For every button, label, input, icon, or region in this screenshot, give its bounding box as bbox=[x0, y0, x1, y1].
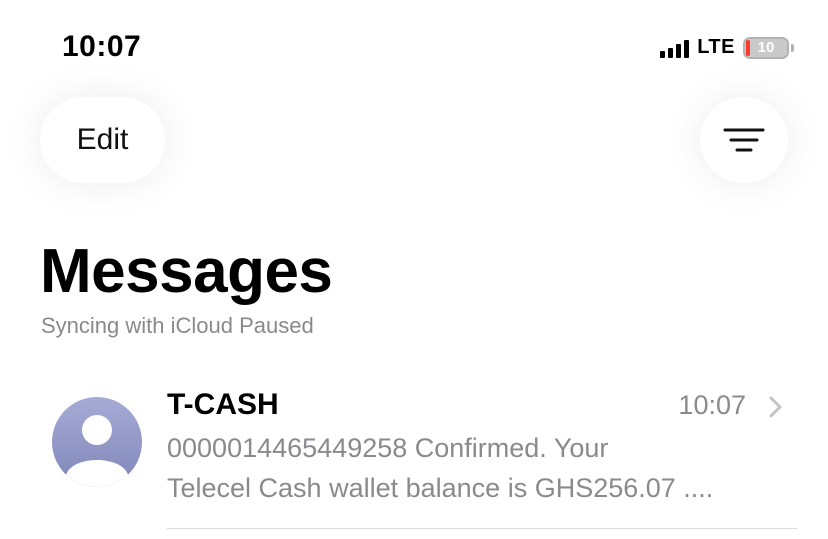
battery-icon: 10 bbox=[743, 36, 789, 59]
signal-strength-icon bbox=[660, 38, 690, 58]
status-time: 10:07 bbox=[62, 30, 142, 63]
conversation-row[interactable]: T-CASH 10:07 0000014465449258 Confirmed.… bbox=[0, 370, 828, 539]
person-icon bbox=[66, 415, 128, 487]
filter-icon bbox=[723, 128, 765, 152]
chevron-right-icon bbox=[769, 396, 782, 418]
battery-cap bbox=[791, 43, 794, 52]
sync-status: Syncing with iCloud Paused bbox=[41, 313, 314, 338]
conversation-preview: 0000014465449258 Confirmed. Your Telecel… bbox=[167, 428, 807, 508]
conversation-time: 10:07 bbox=[678, 390, 746, 420]
avatar bbox=[52, 397, 142, 487]
network-type: LTE bbox=[697, 36, 735, 58]
status-indicators: LTE 10 bbox=[660, 36, 794, 59]
preview-line-2: Telecel Cash wallet balance is GHS256.07… bbox=[167, 473, 714, 503]
preview-line-1: 0000014465449258 Confirmed. Your bbox=[167, 433, 609, 463]
edit-button[interactable]: Edit bbox=[40, 97, 165, 183]
conversation-sender: T-CASH bbox=[167, 388, 279, 421]
filter-button[interactable] bbox=[700, 97, 788, 183]
row-divider bbox=[167, 528, 797, 529]
battery-level: 10 bbox=[757, 39, 775, 56]
page-title: Messages bbox=[40, 237, 333, 306]
